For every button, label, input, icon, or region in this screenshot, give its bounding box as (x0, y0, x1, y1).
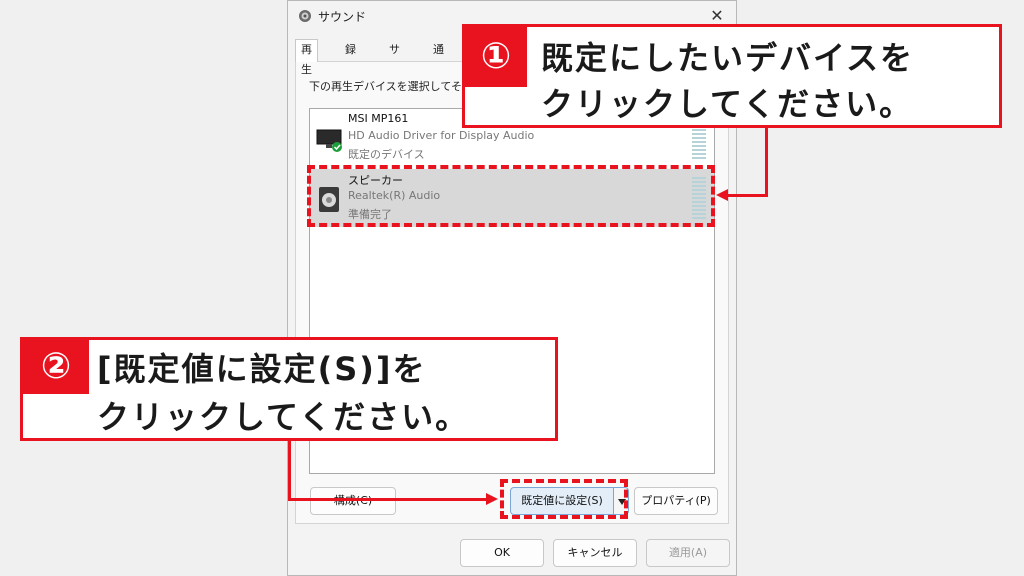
tab-recording[interactable]: 録音 (345, 41, 356, 74)
window-title: サウンド (318, 10, 367, 24)
close-icon[interactable]: ✕ (708, 6, 726, 25)
step2-connector-vertical (288, 441, 291, 501)
apply-button: 適用(A) (646, 539, 730, 567)
step1-connector-vertical (765, 128, 768, 196)
step1-number: ① (465, 27, 527, 87)
step2-line1: [既定値に設定(S)]を (97, 350, 427, 388)
device-status: 既定のデバイス (348, 148, 425, 161)
device-driver: HD Audio Driver for Display Audio (348, 129, 535, 142)
speaker-icon (299, 10, 311, 22)
tab-sounds[interactable]: サウンド (389, 41, 400, 110)
step2-arrow-icon (486, 493, 498, 505)
tab-playback[interactable]: 再生 (295, 39, 318, 76)
step1-line2: クリックしてください。 (541, 85, 914, 123)
step2-connector-horizontal (288, 498, 488, 501)
step1-callout: ① 既定にしたいデバイスを クリックしてください。 (462, 24, 1002, 128)
speaker-highlight-box (307, 165, 715, 227)
properties-button[interactable]: プロパティ(P) (634, 487, 718, 515)
device-name: MSI MP161 (348, 112, 409, 125)
step2-number: ② (23, 340, 89, 394)
tab-communications[interactable]: 通信 (433, 41, 444, 74)
step1-arrow-icon (716, 189, 728, 201)
configure-button[interactable]: 構成(C) (310, 487, 396, 515)
set-default-highlight-box (500, 479, 628, 519)
step1-connector-horizontal (726, 194, 768, 197)
step1-line1: 既定にしたいデバイスを (541, 39, 915, 77)
step2-callout: ② [既定値に設定(S)]を クリックしてください。 (20, 337, 558, 441)
step2-line2: クリックしてください。 (97, 398, 470, 436)
playback-panel: 下の再生デバイスを選択してその設定を変更してください: MSI MP161 HD… (295, 61, 729, 524)
ok-button[interactable]: OK (460, 539, 544, 567)
cancel-button[interactable]: キャンセル (553, 539, 637, 567)
monitor-icon (316, 129, 342, 152)
